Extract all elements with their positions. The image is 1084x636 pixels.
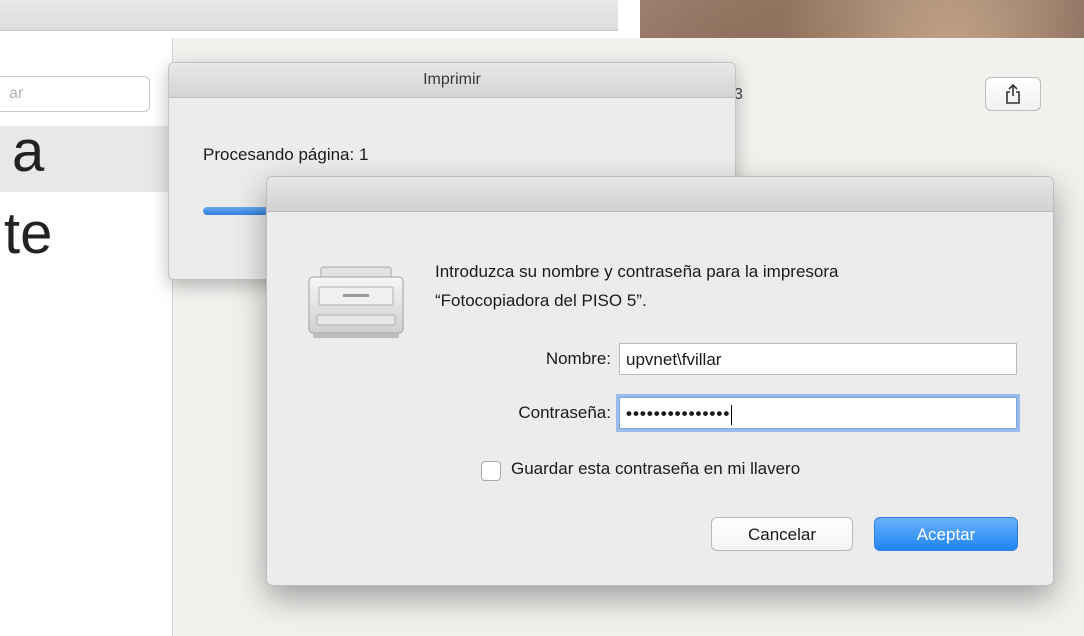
auth-dialog-titlebar [267, 177, 1053, 212]
save-in-keychain-label[interactable]: Guardar esta contraseña en mi llavero [511, 459, 800, 479]
share-icon [1006, 83, 1020, 104]
name-label: Nombre: [545, 349, 611, 368]
password-field[interactable]: ••••••••••••••• [619, 397, 1017, 429]
auth-message-line: Introduzca su nombre y contraseña para l… [435, 262, 839, 281]
background-search-field[interactable]: ar [0, 76, 150, 112]
print-status-text: Procesando página: 1 [203, 145, 369, 164]
slide-text-fragment: te [4, 201, 53, 266]
printer-auth-dialog: Introduzca su nombre y contraseña para l… [266, 176, 1054, 586]
slide-text-fragment: a [12, 119, 45, 184]
name-field[interactable]: upvnet\fvillar [619, 343, 1017, 375]
auth-message: Introduzca su nombre y contraseña para l… [435, 257, 1035, 315]
printer-icon [308, 266, 404, 338]
accept-button[interactable]: Aceptar [874, 517, 1018, 551]
share-button[interactable] [985, 77, 1041, 111]
text-caret [731, 404, 733, 425]
print-progress-fill [203, 207, 268, 215]
password-label: Contraseña: [518, 403, 611, 422]
save-in-keychain-checkbox[interactable] [481, 461, 501, 481]
auth-message-printer-name: “Fotocopiadora del PISO 5”. [435, 291, 647, 310]
background-window-toolbar [0, 0, 618, 31]
password-masked-value: ••••••••••••••• [626, 404, 731, 423]
print-sheet-title: Imprimir [169, 63, 735, 98]
cancel-button[interactable]: Cancelar [711, 517, 853, 551]
